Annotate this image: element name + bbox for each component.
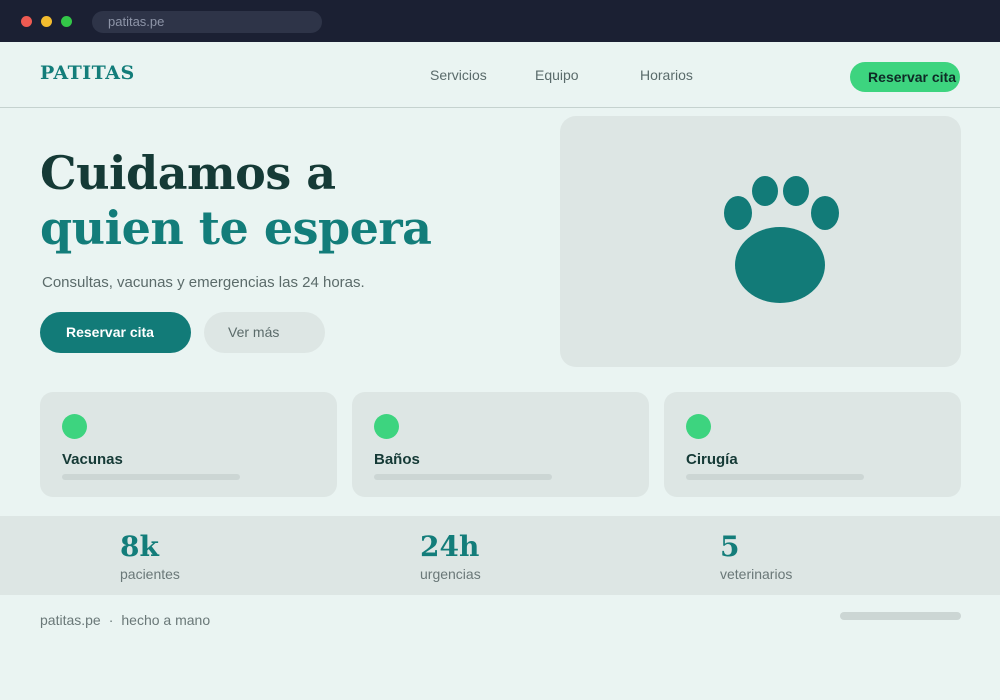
nav-reservar-cita-button[interactable]: Reservar cita <box>850 62 960 92</box>
service-card-cirugia[interactable]: Cirugía <box>664 392 961 497</box>
service-dot-icon <box>62 414 87 439</box>
stat-label-urgencias: urgencias <box>420 566 481 582</box>
footer: patitas.pe · hecho a mano <box>40 612 210 628</box>
hero-image <box>560 116 961 367</box>
maximize-window-icon[interactable] <box>61 16 72 27</box>
service-dot-icon <box>374 414 399 439</box>
service-card-title: Baños <box>374 451 420 468</box>
address-bar[interactable]: patitas.pe <box>92 11 322 33</box>
stats-band: 8k pacientes 24h urgencias 5 veterinario… <box>0 516 1000 595</box>
nav-link-equipo[interactable]: Equipo <box>535 67 579 83</box>
hero-subtitle: Consultas, vacunas y emergencias las 24 … <box>42 274 365 291</box>
footer-placeholder-bar <box>840 612 961 620</box>
footer-site[interactable]: patitas.pe <box>40 612 101 628</box>
footer-separator: · <box>108 612 114 628</box>
stat-value-urgencias: 24h <box>420 530 480 563</box>
hero-ver-mas-button[interactable]: Ver más <box>204 312 325 353</box>
site-logo[interactable]: PATITAS <box>40 62 135 84</box>
paw-icon <box>724 176 839 303</box>
stat-value-pacientes: 8k <box>120 530 159 563</box>
browser-chrome: patitas.pe <box>0 0 1000 42</box>
hero-title-line1: Cuidamos a <box>40 146 336 200</box>
stat-label-veterinarios: veterinarios <box>720 566 793 582</box>
nav-link-servicios[interactable]: Servicios <box>430 67 487 83</box>
stat-label-pacientes: pacientes <box>120 566 180 582</box>
service-card-title: Vacunas <box>62 451 123 468</box>
placeholder-bar <box>686 474 864 480</box>
footer-note: hecho a mano <box>121 612 211 628</box>
hero-title-line2: quien te espera <box>40 201 432 255</box>
top-nav: PATITAS Servicios Equipo Horarios Reserv… <box>0 42 1000 108</box>
minimize-window-icon[interactable] <box>41 16 52 27</box>
service-card-title: Cirugía <box>686 451 738 468</box>
stat-value-veterinarios: 5 <box>720 530 740 563</box>
service-card-vacunas[interactable]: Vacunas <box>40 392 337 497</box>
close-window-icon[interactable] <box>21 16 32 27</box>
service-dot-icon <box>686 414 711 439</box>
service-card-banos[interactable]: Baños <box>352 392 649 497</box>
nav-link-horarios[interactable]: Horarios <box>640 67 693 83</box>
placeholder-bar <box>62 474 240 480</box>
hero-reservar-cita-button[interactable]: Reservar cita <box>40 312 191 353</box>
placeholder-bar <box>374 474 552 480</box>
